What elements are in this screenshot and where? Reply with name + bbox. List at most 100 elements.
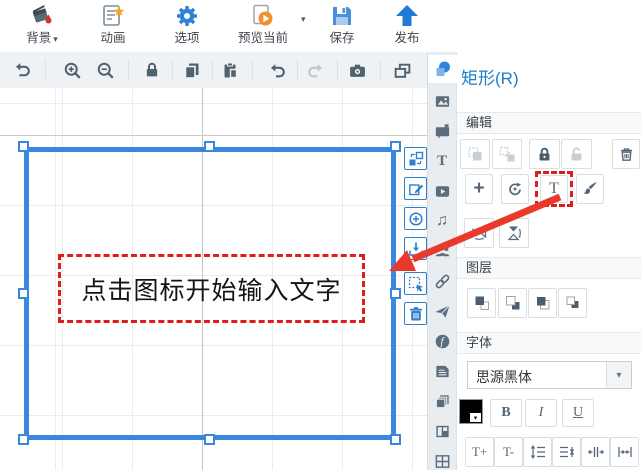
send-backward-button[interactable]: [558, 288, 587, 318]
text-placeholder-box[interactable]: 点击图标开始输入文字: [58, 254, 365, 323]
font-family-select[interactable]: 思源黑体 ▾: [467, 361, 632, 389]
resize-handle-n[interactable]: [204, 141, 215, 152]
increase-font-size-button[interactable]: T+: [465, 437, 494, 467]
sidebar-tab-pages[interactable]: [428, 387, 456, 415]
options-button[interactable]: 选项: [159, 2, 215, 50]
line-spacing-decrease-button[interactable]: [552, 437, 581, 467]
zoom-to-shape-button[interactable]: [404, 207, 427, 230]
format-brush-button[interactable]: [576, 174, 604, 204]
decrease-size-label: T-: [502, 444, 515, 459]
delete-object-button[interactable]: [612, 139, 640, 169]
layout-icon: [435, 425, 449, 437]
sidebar-tab-image[interactable]: [428, 87, 456, 115]
reset-view-icon[interactable]: [10, 58, 34, 82]
select-region-icon: [408, 276, 423, 292]
bring-to-front-button[interactable]: [467, 288, 496, 318]
zoom-in-icon[interactable]: [60, 58, 84, 82]
flash-f-glyph: f: [440, 333, 444, 348]
paste-icon[interactable]: [218, 58, 242, 82]
bold-label: B: [501, 405, 511, 420]
sidebar-tab-notes[interactable]: [428, 357, 456, 385]
publish-button[interactable]: 发布: [379, 2, 435, 50]
new-window-icon[interactable]: [390, 58, 414, 82]
rotate-animation-button[interactable]: [501, 174, 529, 204]
unlock-object-button[interactable]: [561, 139, 592, 169]
import-to-shape-button[interactable]: [404, 237, 427, 260]
toolbar-divider: [128, 59, 129, 81]
plane-icon: [434, 304, 450, 318]
properties-panel: T ♫ f 矩形(R) 编辑 + T 图层 字体 思源黑体 ▾ ▾ B I U …: [427, 52, 641, 470]
add-shape-button[interactable]: +: [465, 174, 493, 204]
ungroup-button[interactable]: [492, 139, 522, 169]
sidebar-tab-video[interactable]: [428, 177, 456, 205]
char-spacing-decrease-button[interactable]: [610, 437, 639, 467]
animation-button[interactable]: 动画: [85, 2, 141, 50]
toolbar-divider: [252, 59, 253, 81]
copy-icon[interactable]: [180, 58, 204, 82]
flip-vertical-button[interactable]: [499, 218, 529, 248]
publish-label: 发布: [394, 31, 420, 45]
paint-bucket-icon: [29, 2, 55, 30]
preview-current-button[interactable]: 预览当前: [228, 2, 298, 50]
flip-horizontal-button[interactable]: [464, 218, 494, 248]
animation-label: 动画: [100, 31, 126, 45]
lock-object-button[interactable]: [529, 139, 560, 169]
sidebar-tab-text[interactable]: T: [428, 147, 456, 175]
decrease-font-size-button[interactable]: T-: [494, 437, 523, 467]
bring-forward-button[interactable]: [528, 288, 557, 318]
resize-handle-nw[interactable]: [18, 141, 29, 152]
sidebar-tab-shapes[interactable]: [428, 55, 457, 83]
background-label: 背景: [26, 31, 52, 45]
resize-handle-ne[interactable]: [390, 141, 401, 152]
char-spacing-increase-button[interactable]: [581, 437, 610, 467]
italic-label: I: [538, 405, 544, 420]
insert-text-button[interactable]: T: [540, 175, 568, 203]
italic-button[interactable]: I: [525, 399, 557, 427]
bold-button[interactable]: B: [490, 399, 522, 427]
main-toolbar: 背景 ▾ 动画 选项 预览当前 ▾ 保存 发布: [0, 0, 641, 53]
bring-to-front-icon: [475, 296, 489, 310]
swap-shape-button[interactable]: [404, 147, 427, 170]
resize-handle-e[interactable]: [390, 288, 401, 299]
sidebar-tab-music[interactable]: ♫: [428, 207, 456, 235]
preview-menu-caret[interactable]: ▾: [301, 14, 306, 25]
editing-canvas[interactable]: 点击图标开始输入文字: [0, 88, 427, 470]
lock-icon[interactable]: [140, 58, 164, 82]
flip-vertical-icon: [507, 226, 521, 241]
select-region-button[interactable]: [404, 272, 427, 295]
preview-play-icon: [250, 2, 276, 30]
resize-handle-sw[interactable]: [18, 434, 29, 445]
resize-handle-w[interactable]: [18, 288, 29, 299]
background-button[interactable]: 背景 ▾: [14, 2, 70, 50]
line-spacing-increase-icon: [530, 445, 545, 459]
music-icon: ♫: [436, 212, 448, 229]
sidebar-tab-grid[interactable]: [428, 447, 456, 475]
video-icon: [435, 185, 449, 197]
sidebar-tab-whiteboard[interactable]: [428, 117, 456, 145]
edit-shape-icon: [408, 183, 423, 195]
screenshot-icon[interactable]: [345, 58, 369, 82]
delete-shape-button[interactable]: [404, 302, 427, 325]
resize-handle-se[interactable]: [390, 434, 401, 445]
sidebar-tab-camera-path[interactable]: [428, 297, 456, 325]
line-spacing-increase-button[interactable]: [523, 437, 552, 467]
grid-major-hline: [0, 135, 427, 136]
redo-icon[interactable]: [303, 58, 327, 82]
char-spacing-increase-icon: [587, 447, 604, 457]
text-tool-highlight: T: [535, 171, 573, 207]
resize-handle-s[interactable]: [204, 434, 215, 445]
group-button[interactable]: [460, 139, 490, 169]
sidebar-tab-flash[interactable]: f: [428, 327, 456, 355]
underline-button[interactable]: U: [562, 399, 594, 427]
format-brush-icon: [583, 182, 597, 194]
zoom-out-icon[interactable]: [93, 58, 117, 82]
sidebar-tab-layout[interactable]: [428, 417, 456, 445]
edit-shape-button[interactable]: [404, 177, 427, 200]
font-color-button[interactable]: ▾: [459, 399, 483, 424]
send-backward-icon: [566, 296, 578, 308]
sidebar-tab-roles[interactable]: [428, 237, 456, 265]
save-button[interactable]: 保存: [314, 2, 370, 50]
send-to-back-button[interactable]: [498, 288, 527, 318]
undo-icon[interactable]: [265, 58, 289, 82]
sidebar-tab-link[interactable]: [428, 267, 456, 295]
